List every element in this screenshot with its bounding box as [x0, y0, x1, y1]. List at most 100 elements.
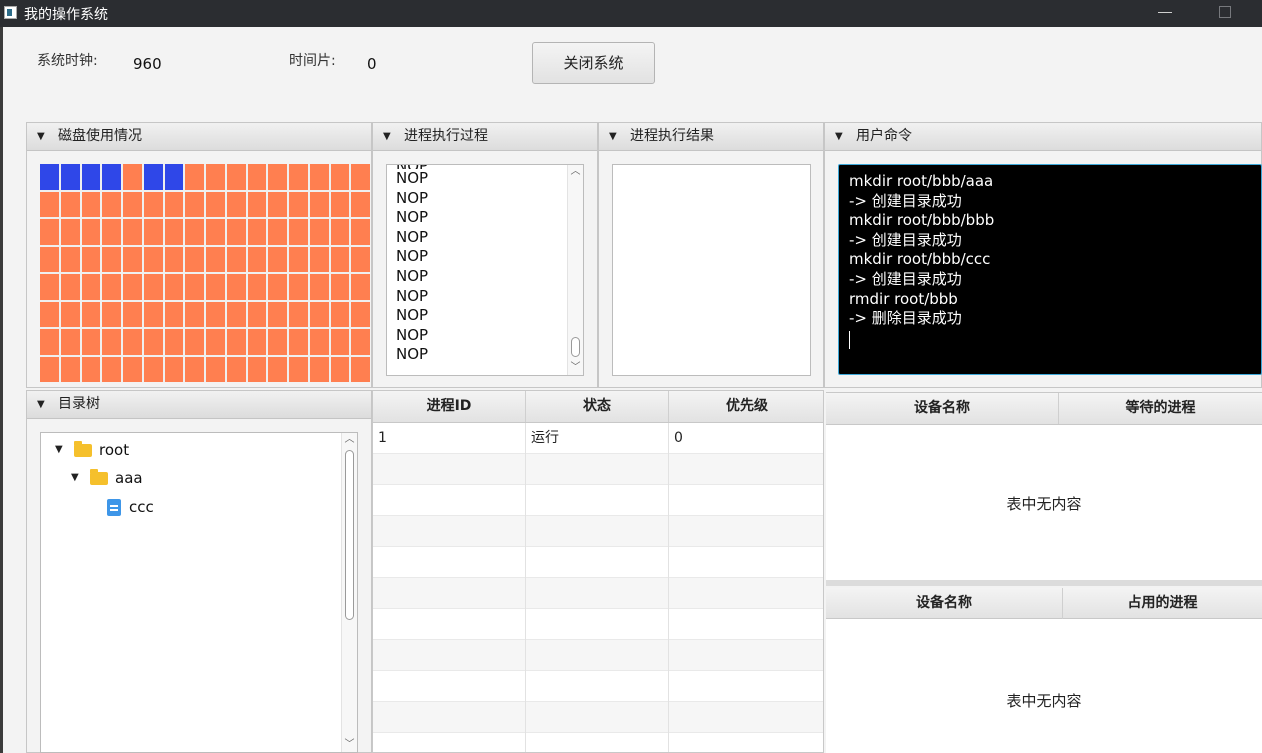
disk-block-free [351, 164, 370, 190]
table-cell [526, 702, 669, 733]
disk-block-free [143, 274, 163, 300]
table-cell [526, 485, 669, 516]
process-result-header[interactable]: ▼ 进程执行结果 [599, 123, 823, 151]
disk-block-free [123, 164, 142, 190]
disk-block-free [206, 246, 225, 272]
table-cell [669, 733, 823, 752]
disk-block-free [123, 356, 142, 382]
disk-block-free [330, 274, 350, 300]
table-row[interactable] [373, 702, 823, 733]
column-header-device-name[interactable]: 设备名称 [826, 393, 1059, 424]
disk-block-used [164, 164, 184, 190]
disk-block-free [268, 329, 287, 355]
disk-block-free [143, 329, 163, 355]
dir-tree-view[interactable]: ▼ root ▼ aaa ccc ︿ ﹀ [40, 432, 358, 753]
column-header-pid[interactable]: 进程ID [373, 391, 526, 422]
table-row[interactable]: 1 运行 0 [373, 423, 823, 454]
disk-block-used [81, 164, 101, 190]
column-header-device-name[interactable]: 设备名称 [826, 588, 1063, 619]
disk-block-free [226, 219, 246, 245]
disk-block-free [81, 246, 101, 272]
process-result-list[interactable] [612, 164, 811, 376]
user-command-title: 用户命令 [856, 128, 912, 144]
disk-block-free [309, 356, 329, 382]
table-row[interactable] [373, 485, 823, 516]
disk-usage-header[interactable]: ▼ 磁盘使用情况 [27, 123, 371, 151]
table-row[interactable] [373, 516, 823, 547]
scroll-down-icon[interactable]: ﹀ [342, 738, 357, 752]
process-exec-scrollbar[interactable]: ︿ ﹀ [567, 165, 583, 375]
disk-block-free [226, 301, 246, 327]
table-cell [669, 702, 823, 733]
table-cell [373, 454, 526, 485]
disk-block-free [143, 301, 163, 327]
column-header-status[interactable]: 状态 [526, 391, 669, 422]
clock-label: 系统时钟: [37, 53, 98, 69]
disk-block-free [81, 219, 101, 245]
disk-block-free [351, 356, 370, 382]
table-row[interactable] [373, 547, 823, 578]
table-row[interactable] [373, 454, 823, 485]
process-exec-list[interactable]: NOP NOPNOPNOPNOPNOPNOPNOPNOPNOPNOP ︿ ﹀ [386, 164, 584, 376]
scroll-thumb[interactable] [345, 450, 354, 620]
scroll-down-icon[interactable]: ﹀ [568, 361, 583, 375]
table-row[interactable] [373, 609, 823, 640]
disk-block-free [309, 219, 329, 245]
disk-block-free [330, 219, 350, 245]
disk-block-free [102, 191, 121, 217]
disk-block-free [40, 274, 59, 300]
disk-block-free [247, 246, 267, 272]
table-row[interactable] [373, 671, 823, 702]
disk-block-free [268, 191, 287, 217]
disk-block-free [185, 329, 204, 355]
disk-block-free [60, 246, 80, 272]
process-exec-title: 进程执行过程 [404, 128, 488, 144]
table-cell [526, 578, 669, 609]
minimize-button[interactable] [1158, 12, 1172, 13]
window-edge [0, 27, 3, 753]
scroll-thumb[interactable] [571, 337, 580, 357]
dir-tree-scrollbar[interactable]: ︿ ﹀ [341, 433, 357, 752]
disk-block-free [309, 329, 329, 355]
expand-arrow-icon[interactable]: ▼ [55, 439, 63, 461]
disk-block-free [351, 329, 370, 355]
table-row[interactable] [373, 733, 823, 752]
dir-tree-header[interactable]: ▼ 目录树 [27, 391, 371, 419]
table-cell: 运行 [526, 423, 669, 454]
tree-node-label: aaa [115, 469, 143, 487]
column-header-priority[interactable]: 优先级 [669, 391, 823, 422]
table-row[interactable] [373, 578, 823, 609]
disk-block-free [164, 356, 184, 382]
disk-block-free [289, 356, 308, 382]
disk-block-free [143, 191, 163, 217]
disk-block-used [143, 164, 163, 190]
disk-block-free [102, 356, 121, 382]
column-header-occupying-process[interactable]: 占用的进程 [1063, 588, 1262, 619]
scroll-up-icon[interactable]: ︿ [342, 433, 357, 447]
list-item: NOP [396, 227, 429, 246]
table-row[interactable] [373, 640, 823, 671]
user-command-header[interactable]: ▼ 用户命令 [825, 123, 1261, 151]
disk-block-free [351, 301, 370, 327]
disk-block-free [351, 191, 370, 217]
split-divider[interactable] [826, 580, 1262, 586]
list-item: NOP [396, 169, 429, 187]
expand-arrow-icon[interactable]: ▼ [71, 467, 79, 489]
disk-block-free [81, 356, 101, 382]
table-cell [669, 609, 823, 640]
column-header-waiting-process[interactable]: 等待的进程 [1059, 393, 1262, 424]
close-system-button[interactable]: 关闭系统 [532, 42, 655, 84]
disk-block-free [309, 274, 329, 300]
process-exec-header[interactable]: ▼ 进程执行过程 [373, 123, 597, 151]
command-terminal[interactable]: mkdir root/bbb/aaa -> 创建目录成功 mkdir root/bb… [838, 164, 1262, 375]
table-cell [373, 640, 526, 671]
disk-block-free [206, 356, 225, 382]
disk-block-used [60, 164, 80, 190]
disk-block-free [247, 301, 267, 327]
disk-block-free [247, 356, 267, 382]
scroll-up-icon[interactable]: ︿ [568, 165, 583, 179]
app-icon [4, 6, 17, 19]
disk-block-free [185, 164, 204, 190]
maximize-button[interactable] [1219, 6, 1231, 18]
disk-block-free [143, 219, 163, 245]
